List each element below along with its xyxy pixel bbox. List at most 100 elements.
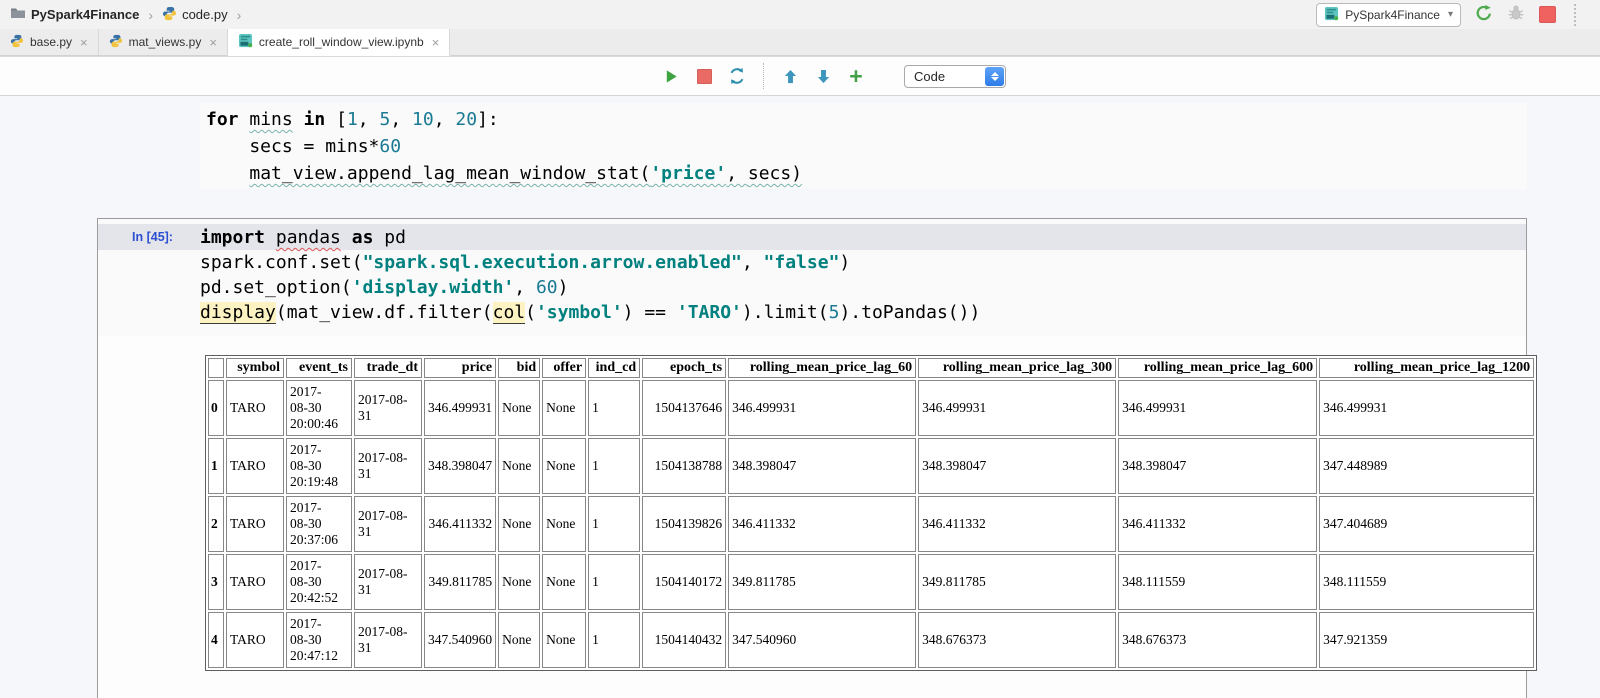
- table-cell: TARO: [226, 380, 284, 436]
- table-cell: None: [498, 496, 540, 552]
- table-cell: 347.540960: [728, 612, 916, 668]
- add-cell-icon[interactable]: +: [847, 67, 865, 85]
- folder-icon: [10, 5, 26, 24]
- code-line: mat_view.append_lag_mean_window_stat('pr…: [206, 160, 802, 187]
- breadcrumb-project[interactable]: PySpark4Finance: [31, 7, 139, 22]
- code-line: spark.conf.set("spark.sql.execution.arro…: [200, 250, 980, 275]
- table-cell: 348.111559: [1118, 554, 1317, 610]
- table-cell: 349.811785: [918, 554, 1116, 610]
- table-cell: None: [498, 380, 540, 436]
- table-cell: 1: [588, 612, 640, 668]
- jupyter-toolbar: + Code: [0, 56, 1600, 96]
- tab-label: base.py: [30, 35, 72, 49]
- table-index-cell: 3: [208, 554, 224, 610]
- run-configuration-select[interactable]: PySpark4Finance ▾: [1316, 3, 1461, 27]
- table-cell: 348.398047: [918, 438, 1116, 494]
- debug-bug-icon[interactable]: [1507, 4, 1525, 25]
- table-cell: 1504140432: [642, 612, 726, 668]
- table-row: 1TARO2017- 08-30 20:19:482017-08- 31348.…: [208, 438, 1534, 494]
- table-cell: 1504138788: [642, 438, 726, 494]
- notebook-editor[interactable]: for mins in [1, 5, 10, 20]: secs = mins*…: [0, 96, 1600, 698]
- move-cell-down-icon[interactable]: [814, 67, 832, 85]
- table-cell: None: [542, 554, 586, 610]
- table-header-cell: rolling_mean_price_lag_300: [918, 358, 1116, 378]
- table-cell: 2017-08- 31: [354, 554, 422, 610]
- table-cell: 348.676373: [1118, 612, 1317, 668]
- table-cell: None: [542, 438, 586, 494]
- table-cell: 2017- 08-30 20:00:46: [286, 380, 352, 436]
- table-cell: 346.411332: [728, 496, 916, 552]
- table-index-cell: 1: [208, 438, 224, 494]
- table-cell: 346.411332: [1118, 496, 1317, 552]
- code-line: display(mat_view.df.filter(col('symbol')…: [200, 300, 980, 325]
- tab-base-py[interactable]: base.py ×: [0, 29, 99, 55]
- toolbar-handle: [1574, 4, 1576, 26]
- table-cell: None: [498, 438, 540, 494]
- cell-type-value: Code: [914, 69, 945, 84]
- close-icon[interactable]: ×: [80, 35, 88, 50]
- table-cell: 347.540960: [424, 612, 496, 668]
- move-cell-up-icon[interactable]: [781, 67, 799, 85]
- code-line: secs = mins*60: [206, 133, 802, 160]
- run-configuration-name: PySpark4Finance: [1345, 8, 1440, 22]
- cell-execution-prompt: In [45]:: [132, 230, 173, 244]
- tab-mat-views-py[interactable]: mat_views.py ×: [99, 29, 228, 55]
- table-header-row: symbolevent_tstrade_dtpricebidofferind_c…: [208, 358, 1534, 378]
- ide-window: PySpark4Finance › code.py › PySpark4Fina…: [0, 0, 1600, 698]
- table-cell: 347.921359: [1319, 612, 1534, 668]
- code-cell-2-code[interactable]: import pandas as pdspark.conf.set("spark…: [200, 225, 980, 325]
- code-line: import pandas as pd: [200, 225, 980, 250]
- breadcrumb-bar: PySpark4Finance › code.py › PySpark4Fina…: [0, 0, 1600, 29]
- cell-output-area: symbolevent_tstrade_dtpricebidofferind_c…: [205, 355, 1537, 671]
- table-header-cell: rolling_mean_price_lag_600: [1118, 358, 1317, 378]
- table-cell: None: [542, 380, 586, 436]
- table-cell: 346.499931: [918, 380, 1116, 436]
- table-header-cell: symbol: [226, 358, 284, 378]
- table-cell: 2017- 08-30 20:37:06: [286, 496, 352, 552]
- table-cell: 349.811785: [728, 554, 916, 610]
- table-cell: 1504137646: [642, 380, 726, 436]
- table-header-cell: rolling_mean_price_lag_1200: [1319, 358, 1534, 378]
- breadcrumb-file[interactable]: code.py: [182, 7, 228, 22]
- table-cell: 346.499931: [1319, 380, 1534, 436]
- restart-kernel-icon[interactable]: [728, 67, 746, 85]
- table-cell: 1: [588, 496, 640, 552]
- stop-button-icon[interactable]: [1539, 6, 1556, 23]
- close-icon[interactable]: ×: [432, 35, 440, 50]
- table-header-cell: offer: [542, 358, 586, 378]
- table-cell: 348.111559: [1319, 554, 1534, 610]
- table-row: 0TARO2017- 08-30 20:00:462017-08- 31346.…: [208, 380, 1534, 436]
- stop-kernel-icon[interactable]: [695, 67, 713, 85]
- table-cell: TARO: [226, 496, 284, 552]
- run-controls: PySpark4Finance ▾: [1316, 3, 1590, 27]
- table-cell: 1: [588, 438, 640, 494]
- editor-tab-bar: base.py × mat_views.py × create_roll_win…: [0, 29, 1600, 56]
- table-cell: 2017-08- 31: [354, 612, 422, 668]
- table-cell: TARO: [226, 612, 284, 668]
- table-cell: 1: [588, 554, 640, 610]
- ipynb-icon: [238, 33, 253, 51]
- table-cell: 1: [588, 380, 640, 436]
- table-header-cell: trade_dt: [354, 358, 422, 378]
- table-header-cell: price: [424, 358, 496, 378]
- toolbar-divider: [763, 63, 764, 89]
- table-cell: None: [498, 612, 540, 668]
- ipynb-icon: [1324, 6, 1339, 24]
- table-row: 2TARO2017- 08-30 20:37:062017-08- 31346.…: [208, 496, 1534, 552]
- table-cell: 2017-08- 31: [354, 438, 422, 494]
- tab-create-roll-window-view-ipynb[interactable]: create_roll_window_view.ipynb ×: [228, 29, 450, 56]
- close-icon[interactable]: ×: [209, 35, 217, 50]
- rerun-icon[interactable]: [1475, 4, 1493, 25]
- run-cell-icon[interactable]: [662, 67, 680, 85]
- table-cell: 346.499931: [424, 380, 496, 436]
- python-file-icon: [109, 34, 123, 51]
- code-cell-1-code[interactable]: for mins in [1, 5, 10, 20]: secs = mins*…: [206, 106, 802, 187]
- cell-type-select[interactable]: Code: [904, 65, 1006, 88]
- table-cell: None: [498, 554, 540, 610]
- table-cell: 349.811785: [424, 554, 496, 610]
- dataframe-table: symbolevent_tstrade_dtpricebidofferind_c…: [205, 355, 1537, 671]
- tab-label: mat_views.py: [129, 35, 202, 49]
- select-stepper-icon: [985, 67, 1004, 86]
- table-cell: 2017- 08-30 20:47:12: [286, 612, 352, 668]
- table-cell: 1504140172: [642, 554, 726, 610]
